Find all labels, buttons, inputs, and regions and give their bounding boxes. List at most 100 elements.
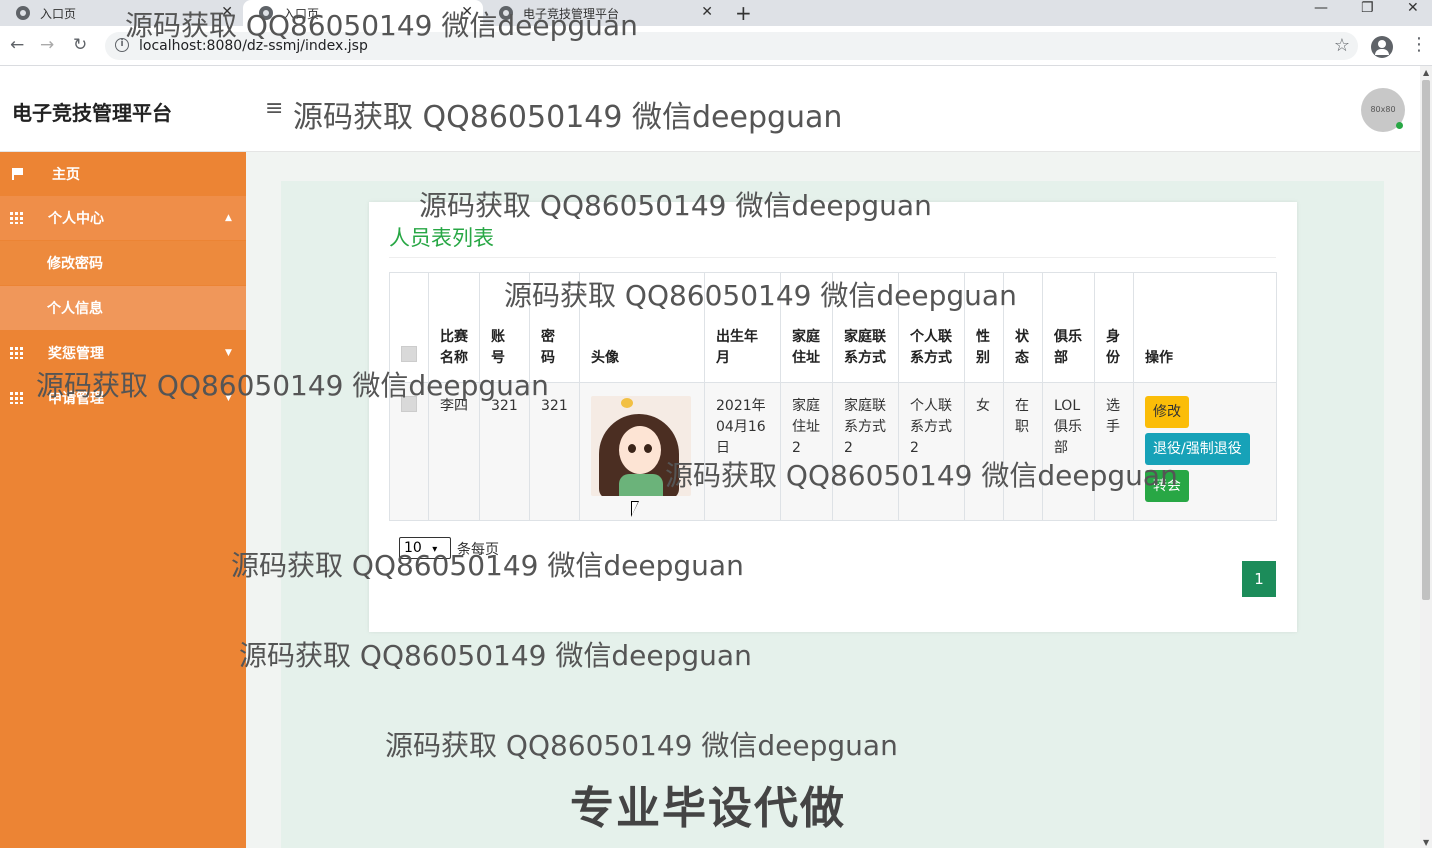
bookmark-star-icon[interactable]: ☆ [1334,35,1350,56]
sidebar-item-label: 个人中心 [48,211,104,227]
close-icon[interactable]: ✕ [461,4,473,20]
chevron-down-icon: ▾ [432,544,438,555]
tab-title: 入口页 [40,6,77,21]
sidebar-item-label: 奖惩管理 [48,346,104,362]
select-all-header [389,272,429,383]
flag-icon [12,168,26,180]
globe-icon [259,6,273,20]
column-header: 家庭住址 [780,272,833,383]
column-header: 密码 [529,272,580,383]
online-status-dot [1396,122,1403,129]
divider [389,257,1276,258]
cell-status: 在职 [1003,382,1043,521]
sidebar-item-home[interactable]: 主页 [0,152,246,196]
cell-actions: 修改 退役/强制退役 转会 [1133,382,1277,521]
cell-personal-contact: 个人联系方式2 [898,382,965,521]
browser-tab-bar: 入口页 ✕ 入口页 ✕ 电子竞技管理平台 ✕ + — ❐ ✕ [0,0,1432,26]
column-header: 操作 [1133,272,1277,383]
transfer-button[interactable]: 转会 [1145,470,1189,502]
grid-icon [10,392,24,404]
grid-icon [10,347,24,359]
column-header: 俱乐部 [1042,272,1095,383]
cell-address: 家庭住址2 [780,382,833,521]
header-watermark: 源码获取 QQ86050149 微信deepguan [293,100,843,135]
close-icon[interactable]: ✕ [221,4,233,20]
cell-role: 选手 [1094,382,1134,521]
column-header: 身份 [1094,272,1134,383]
browser-tab-1[interactable]: 入口页 ✕ [0,0,243,26]
column-header: 性别 [964,272,1004,383]
tab-title: 电子竞技管理平台 [523,6,620,21]
address-bar: ← → ↻ i localhost:8080/dz-ssmj/index.jsp… [0,26,1432,66]
personnel-table: 比赛名称 账号 密码 头像 出生年月 家庭住址 家庭联系方式 个人联系方式 性别… [389,272,1277,521]
browser-tab-3[interactable]: 电子竞技管理平台 ✕ [483,0,723,26]
cell-club: LOL俱乐部 [1042,382,1095,521]
scroll-thumb[interactable] [1422,80,1430,600]
cell-home-contact: 家庭联系方式2 [832,382,899,521]
table-row: 李四 321 321 2021年04月16日 家庭住址2 家庭联系方式2 个人联… [389,382,1277,521]
page-size-label: 条每页 [457,542,499,558]
column-header: 出生年月 [704,272,781,383]
sidebar-item-label: 修改密码 [47,256,103,272]
scroll-down-icon[interactable]: ▼ [1423,838,1429,847]
column-header: 家庭联系方式 [832,272,899,383]
window-close-icon[interactable]: ✕ [1407,0,1419,16]
brand-title: 电子竞技管理平台 [12,101,172,125]
sidebar-item-applications[interactable]: 申请管理 ▼ [0,376,246,420]
browser-tab-2[interactable]: 入口页 ✕ [243,0,483,26]
select-all-checkbox[interactable] [401,346,417,362]
sidebar-item-label: 个人信息 [47,301,103,317]
column-header: 头像 [579,272,705,383]
info-icon[interactable]: i [115,38,129,52]
sidebar-item-personal-center[interactable]: 个人中心 ▲ [0,196,246,240]
edit-button[interactable]: 修改 [1145,396,1189,428]
sidebar-item-personal-info[interactable]: 个人信息 [0,286,246,330]
avatar-text: 80x80 [1370,105,1396,114]
cell-gender: 女 [964,382,1004,521]
pagination-page-1[interactable]: 1 [1242,561,1276,597]
column-header: 账号 [479,272,530,383]
globe-icon [16,6,30,20]
retire-button[interactable]: 退役/强制退役 [1145,433,1250,465]
column-header: 个人联系方式 [898,272,965,383]
back-icon[interactable]: ← [10,35,24,55]
cell-password: 321 [529,382,580,521]
watermark-big: 专业毕设代做 [570,783,846,834]
sidebar-item-rewards[interactable]: 奖惩管理 ▼ [0,331,246,375]
new-tab-icon[interactable]: + [735,1,752,25]
tab-title: 入口页 [283,6,320,21]
chevron-down-icon: ▼ [225,393,232,403]
mouse-cursor-icon [631,501,639,517]
profile-icon[interactable] [1371,36,1393,58]
row-checkbox[interactable] [401,396,417,412]
chevron-down-icon: ▼ [225,348,232,358]
scrollbar[interactable]: ▲ ▼ [1420,66,1432,848]
cell-birth: 2021年04月16日 [704,382,781,521]
browser-menu-icon[interactable]: ⋮ [1410,34,1428,55]
page-title: 人员表列表 [389,226,494,250]
sidebar: 主页 个人中心 ▲ 修改密码 个人信息 奖惩管理 ▼ 申请管理 ▼ [0,152,246,848]
app-header: 电子竞技管理平台 ≡ 源码获取 QQ86050149 微信deepguan 80… [0,66,1420,152]
sidebar-item-label: 申请管理 [48,391,104,407]
page-size-select[interactable]: 10 ▾ [399,537,451,559]
chevron-up-icon: ▲ [225,213,232,223]
close-icon[interactable]: ✕ [701,4,713,20]
scroll-up-icon[interactable]: ▲ [1423,68,1429,77]
column-header: 比赛名称 [428,272,480,383]
sidebar-item-change-password[interactable]: 修改密码 [0,241,246,285]
url-text: localhost:8080/dz-ssmj/index.jsp [139,38,368,54]
page-size-value: 10 [404,540,422,556]
cell-match-name: 李四 [428,382,480,521]
avatar-photo [591,396,691,496]
hamburger-menu-icon[interactable]: ≡ [265,96,283,121]
avatar[interactable]: 80x80 [1361,88,1405,132]
minimize-icon[interactable]: — [1314,0,1328,16]
row-select-cell [389,382,429,521]
column-header: 状态 [1003,272,1043,383]
sidebar-item-label: 主页 [52,167,80,183]
url-input[interactable]: i localhost:8080/dz-ssmj/index.jsp ☆ [105,32,1358,60]
forward-icon[interactable]: → [40,35,54,55]
restore-icon[interactable]: ❐ [1361,0,1374,16]
table-header-row: 比赛名称 账号 密码 头像 出生年月 家庭住址 家庭联系方式 个人联系方式 性别… [389,272,1277,383]
reload-icon[interactable]: ↻ [73,35,87,55]
